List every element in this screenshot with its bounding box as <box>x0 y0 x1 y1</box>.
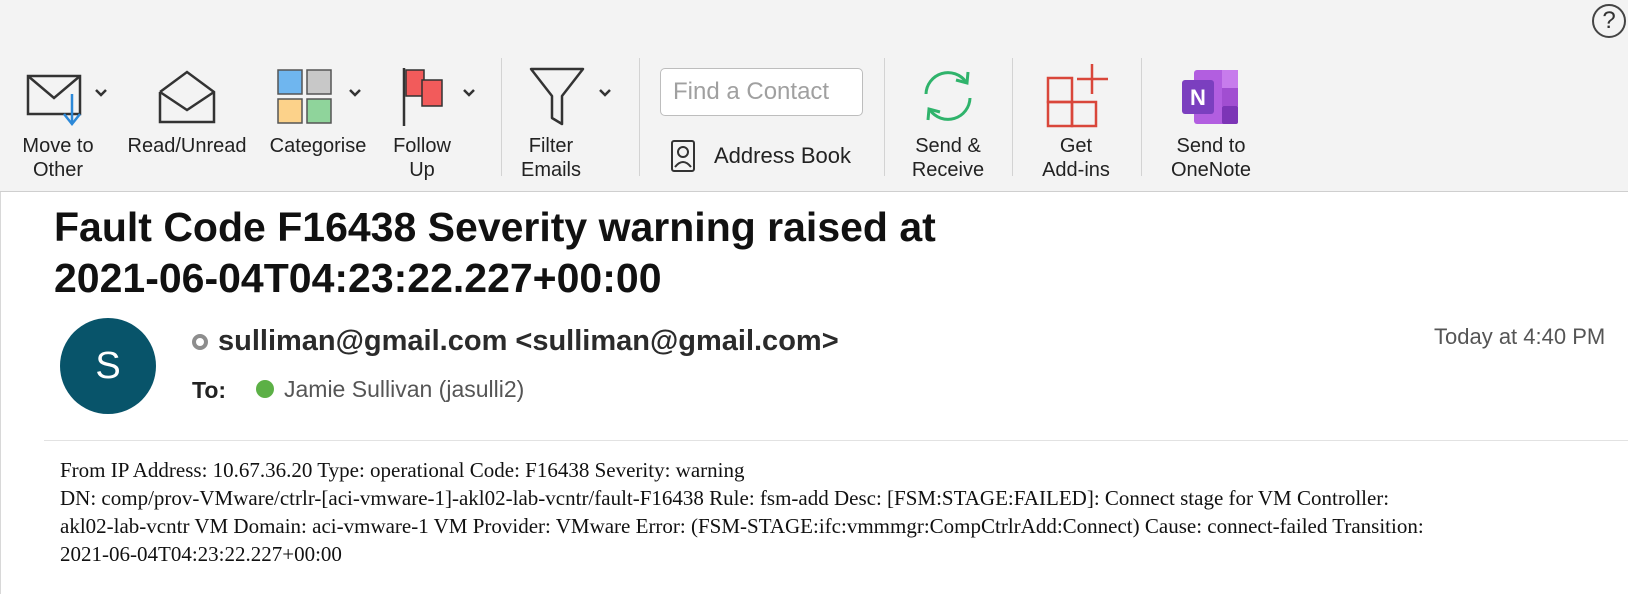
move-to-other-label: Move to Other <box>22 135 94 181</box>
to-label: To: <box>192 377 227 403</box>
get-addins-button[interactable]: Get Add-ins <box>1026 0 1126 190</box>
categories-grid-icon <box>277 69 332 124</box>
addins-grid-icon <box>1046 64 1108 128</box>
chevron-down-icon[interactable] <box>598 88 612 98</box>
address-book-icon <box>671 140 695 172</box>
follow-up-button[interactable]: Follow Up <box>392 0 492 190</box>
filter-funnel-icon <box>529 67 585 126</box>
message-date: Today at 4:40 PM <box>1434 324 1606 349</box>
categorise-button[interactable]: Categorise <box>262 0 382 190</box>
get-addins-label: Get Add-ins <box>1042 135 1110 181</box>
send-to-onenote-label: Send to OneNote <box>1170 135 1252 181</box>
send-receive-button[interactable]: Send & Receive <box>898 0 998 190</box>
body-line: 2021-06-04T04:23:22.227+00:00 <box>60 542 342 566</box>
sync-arrows-icon <box>924 71 972 121</box>
message-body: From IP Address: 10.67.36.20 Type: opera… <box>60 456 1628 568</box>
ribbon-separator <box>501 58 502 176</box>
onenote-icon: N <box>1182 70 1238 124</box>
body-line: DN: comp/prov-VMware/ctrlr-[aci-vmware-1… <box>60 486 1390 510</box>
find-contact-input[interactable] <box>660 68 863 116</box>
flag-icon <box>402 68 443 126</box>
ribbon-separator <box>1141 58 1142 176</box>
sender-address[interactable]: sulliman@gmail.com <sulliman@gmail.com> <box>218 322 839 360</box>
filter-emails-label: Filter Emails <box>520 135 581 181</box>
move-to-other-button[interactable]: Move to Other <box>14 0 116 190</box>
follow-up-label: Follow Up <box>393 135 451 181</box>
read-unread-label: Read/Unread <box>127 135 247 157</box>
recipient-name[interactable]: Jamie Sullivan (jasulli2) <box>284 374 524 404</box>
envelope-move-icon <box>26 74 82 127</box>
svg-text:N: N <box>1190 85 1206 110</box>
help-button[interactable]: ? <box>1592 4 1626 38</box>
address-book-button[interactable]: Address Book <box>670 138 851 174</box>
categorise-label: Categorise <box>269 135 367 157</box>
chevron-down-icon[interactable] <box>348 88 362 98</box>
ribbon-separator <box>1012 58 1013 176</box>
ribbon-toolbar: ? Move to Other Read/Unread Categorise F… <box>0 0 1628 192</box>
filter-emails-button[interactable]: Filter Emails <box>516 0 626 190</box>
available-status-icon <box>256 380 274 398</box>
header-divider <box>44 440 1628 441</box>
envelope-open-icon <box>158 70 216 124</box>
message-subject: Fault Code F16438 Severity warning raise… <box>54 204 936 301</box>
sender-avatar[interactable]: S <box>60 318 156 414</box>
chevron-down-icon[interactable] <box>462 88 476 98</box>
chevron-down-icon[interactable] <box>94 88 108 98</box>
ribbon-separator <box>884 58 885 176</box>
address-book-label: Address Book <box>714 143 851 168</box>
reading-pane-border <box>0 192 1 594</box>
ribbon-separator <box>639 58 640 176</box>
read-unread-button[interactable]: Read/Unread <box>118 0 256 190</box>
send-to-onenote-button[interactable]: N Send to OneNote <box>1156 0 1266 190</box>
body-line: akl02-lab-vcntr VM Domain: aci-vmware-1 … <box>60 514 1424 538</box>
presence-status-icon <box>192 334 208 350</box>
send-receive-label: Send & Receive <box>911 135 985 181</box>
body-line: From IP Address: 10.67.36.20 Type: opera… <box>60 458 745 482</box>
